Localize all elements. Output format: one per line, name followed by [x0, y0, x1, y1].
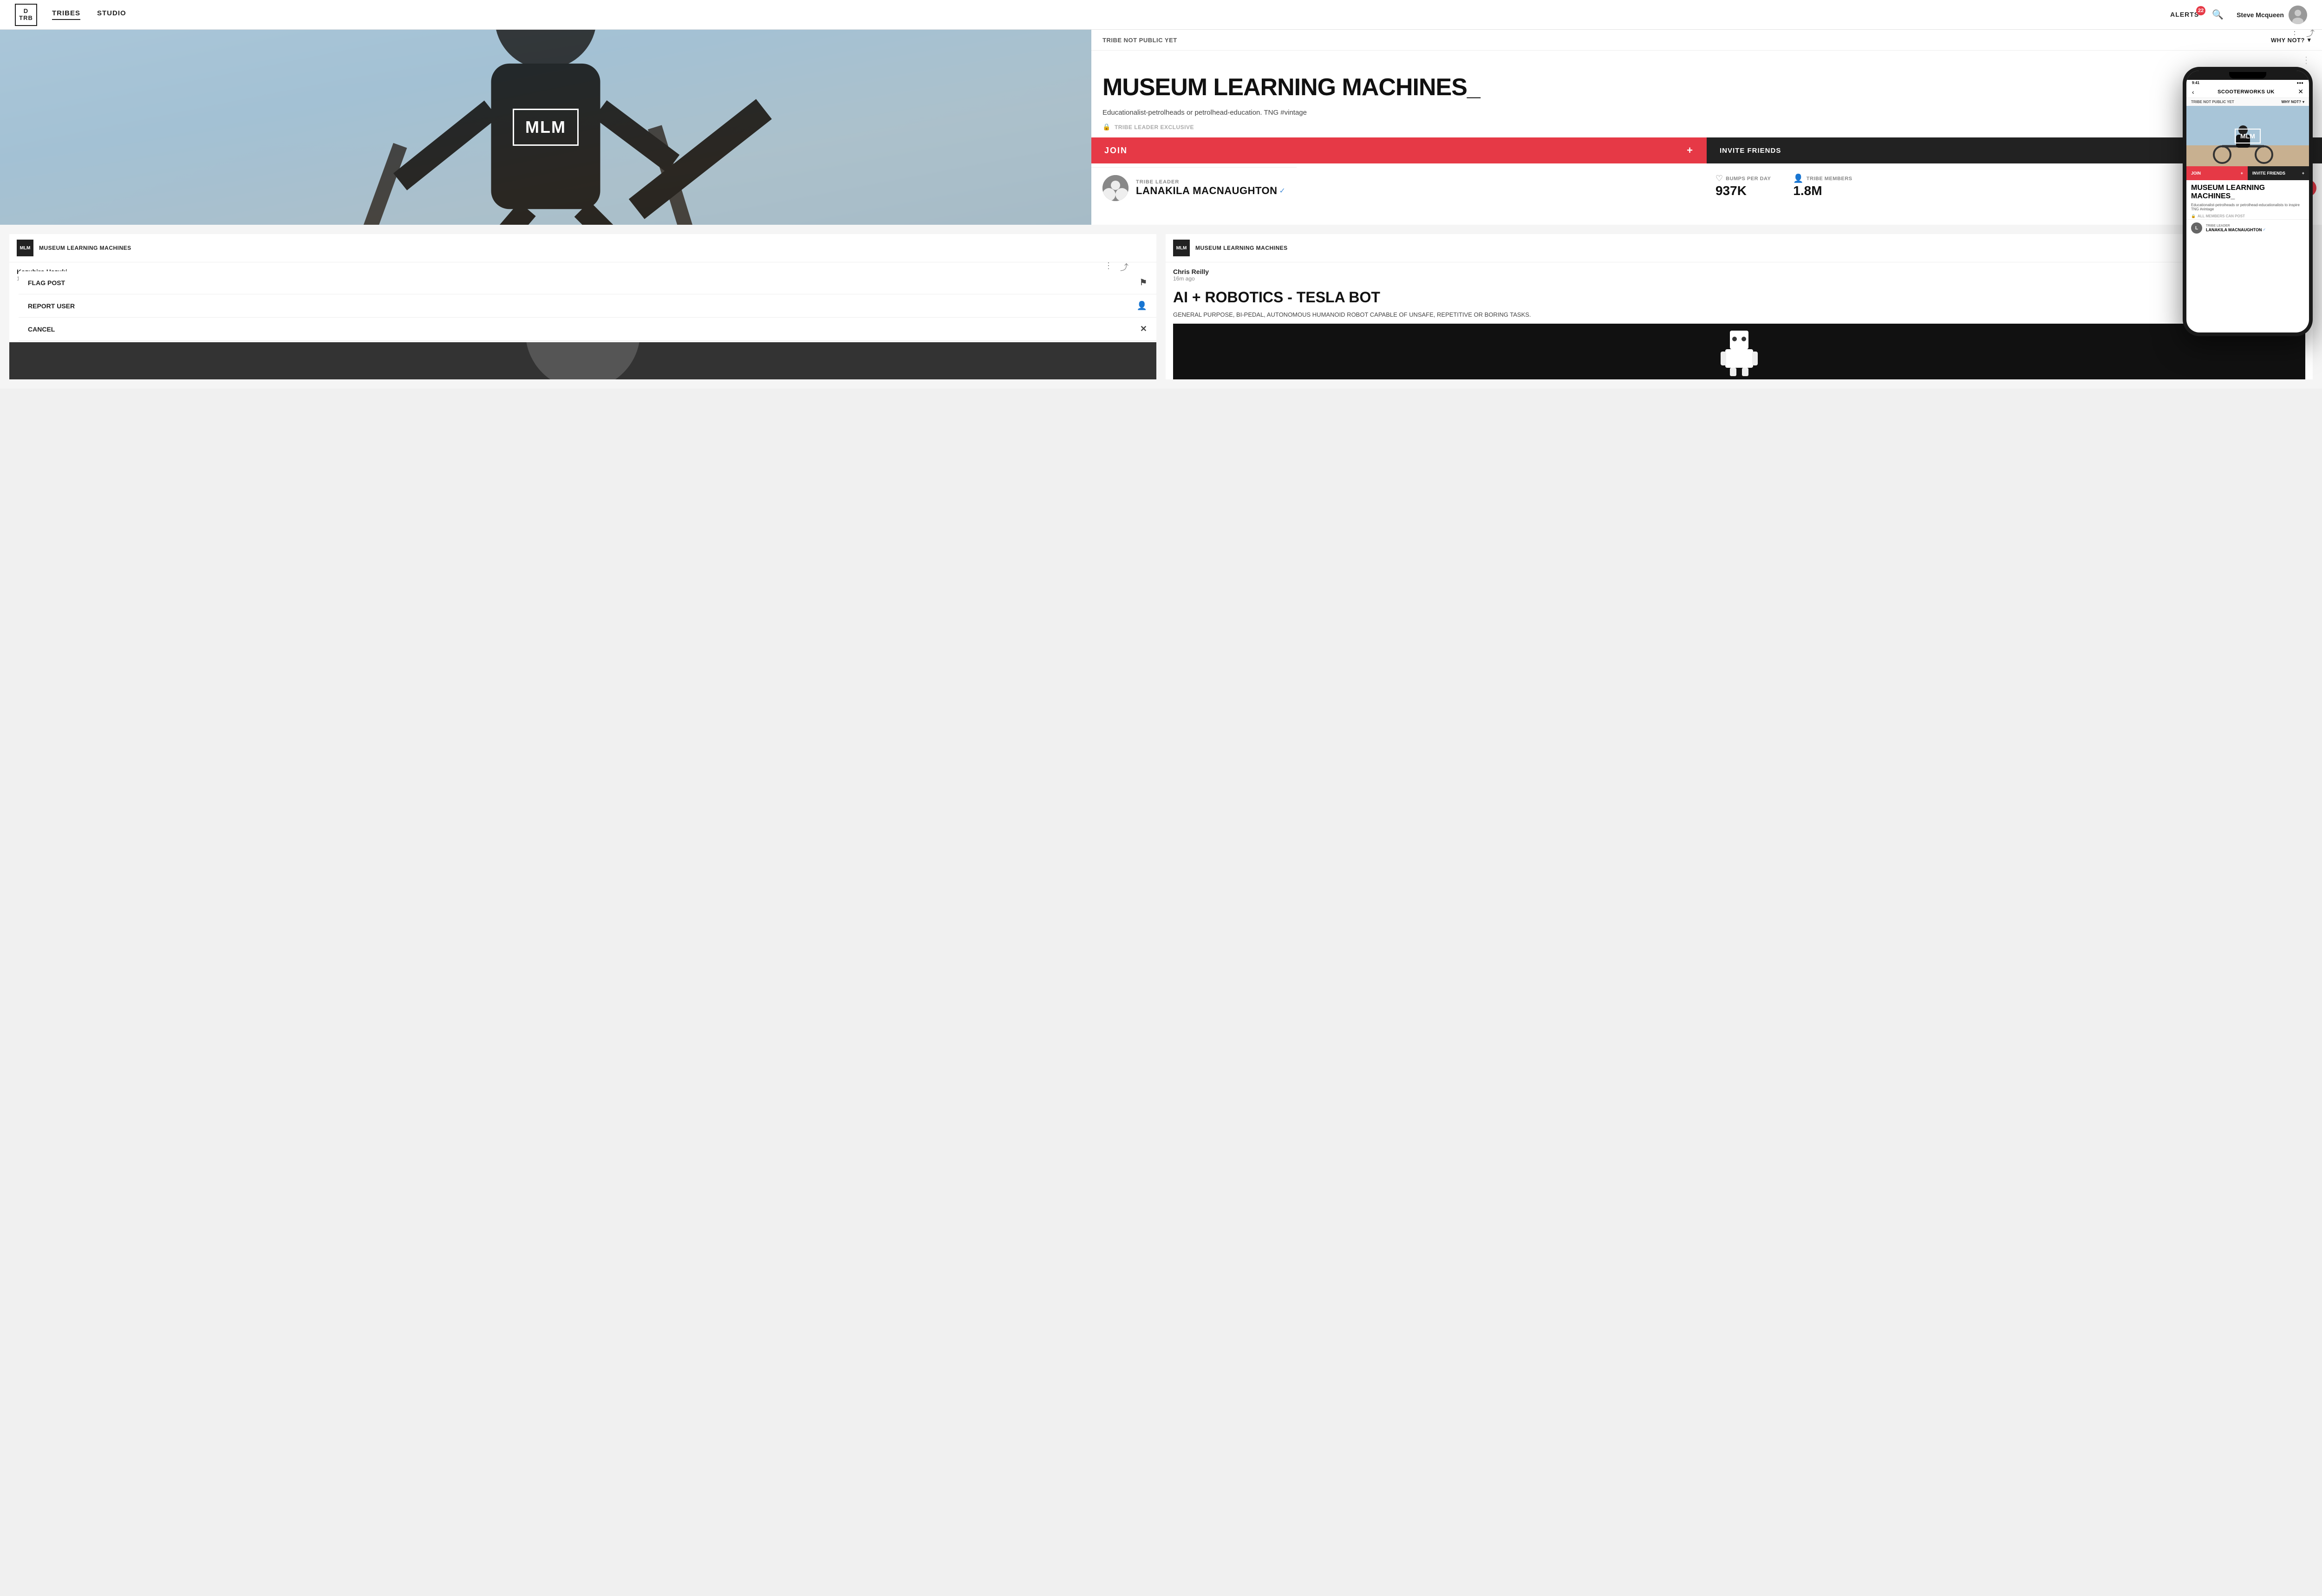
post-meta-right: Chris Reilly 16m ago	[1166, 262, 2313, 284]
people-icon: 👤	[1793, 174, 1803, 183]
nav-right: ALERTS 22 🔍 Steve Mcqueen	[2170, 6, 2307, 24]
tribe-title-section: MUSEUM LEARNING MACHINES_	[1091, 70, 2322, 105]
phone-why-not-button[interactable]: WHY NOT? ▾	[2281, 100, 2304, 104]
tribe-title: MUSEUM LEARNING MACHINES_	[1102, 75, 2311, 99]
bumps-stat: ♡ BUMPS PER DAY 937K	[1715, 174, 1771, 198]
navbar: D TRB TRIBES STUDIO ALERTS 22 🔍 Steve Mc…	[0, 0, 2322, 30]
phone-back-button[interactable]: ‹	[2192, 88, 2194, 96]
lock-icon: 🔒	[1102, 123, 1111, 131]
phone-leader-section: L TRIBE LEADER LANAKILA MACNAUGHTON ✓	[2186, 219, 2309, 236]
post-tribe-name-left: MUSEUM LEARNING MACHINES	[39, 245, 131, 251]
tribe-mlm-badge: MLM	[513, 109, 579, 146]
plus-icon: +	[1687, 144, 1694, 156]
search-icon[interactable]: 🔍	[2212, 9, 2224, 20]
phone-leader-avatar: L	[2191, 222, 2202, 234]
post-image-right	[1173, 324, 2305, 379]
post-image-bottom	[9, 342, 1156, 379]
post-author-right: Chris Reilly	[1173, 268, 2305, 275]
heart-icon: ♡	[1715, 174, 1723, 183]
avatar	[2289, 6, 2307, 24]
nav-tribes[interactable]: TRIBES	[52, 9, 80, 20]
flag-post-button[interactable]: FLAG POST ⚑	[19, 271, 1156, 294]
post-time-right: 16m ago	[1173, 275, 2305, 282]
phone-plus-icon: +	[2241, 171, 2243, 176]
phone-tribe-title: MUSEUM LEARNING MACHINES_	[2186, 180, 2309, 202]
phone-leader-info: TRIBE LEADER LANAKILA MACNAUGHTON ✓	[2206, 224, 2266, 232]
alerts-badge: 22	[2196, 6, 2205, 15]
more-options-icon[interactable]: ⋮	[1091, 51, 2322, 70]
post-body-right: GENERAL PURPOSE, BI-PEDAL, AUTONOMOUS HU…	[1166, 311, 2313, 324]
logo[interactable]: D TRB	[15, 4, 37, 26]
flag-icon: ⚑	[1140, 278, 1147, 287]
phone-nav: ‹ SCOOTERWORKS UK ✕	[2186, 86, 2309, 98]
phone-lock-icon: 🔒	[2191, 214, 2196, 218]
leader-avatar	[1102, 175, 1128, 201]
leader-name: LANAKILA MACNAUGHTON	[1136, 185, 1278, 197]
tribe-not-public-bar: TRIBE NOT PUBLIC YET WHY NOT? ▾	[1091, 30, 2322, 51]
tribe-info-panel: TRIBE NOT PUBLIC YET WHY NOT? ▾ ⋮ MUSEUM…	[1091, 30, 2322, 225]
not-public-label: TRIBE NOT PUBLIC YET	[1102, 37, 1177, 44]
post-header-right: MLM MUSEUM LEARNING MACHINES	[1166, 234, 2313, 262]
tribe-actions: JOIN + INVITE FRIENDS +	[1091, 137, 2322, 163]
tribe-stats: ♡ BUMPS PER DAY 937K 👤 TRIBE MEMBERS 1.8…	[1704, 170, 1864, 206]
tribe-description: Educationalist-petrolheads or petrolhead…	[1091, 105, 2322, 120]
phone-chevron-down-icon: ▾	[2302, 100, 2304, 104]
phone-verified-icon: ✓	[2263, 228, 2266, 232]
report-user-icon: 👤	[1137, 301, 1147, 311]
leader-info: TRIBE LEADER LANAKILA MACNAUGHTON ✓	[1136, 179, 1285, 197]
phone-invite-plus-icon: +	[2302, 171, 2304, 176]
members-stat: 👤 TRIBE MEMBERS 1.8M	[1793, 174, 1852, 198]
phone-invite-button[interactable]: INVITE FRIENDS +	[2248, 166, 2309, 180]
phone-members-note: 🔒 ALL MEMBERS CAN POST	[2186, 213, 2309, 219]
phone-tribe-desc: Educationalist-petrolheads or petrolhead…	[2186, 202, 2309, 213]
phone-hero: MLM	[2186, 106, 2309, 166]
phone-mlm-badge: MLM	[2235, 129, 2261, 143]
lower-section: MLM MUSEUM LEARNING MACHINES Kazuhiro Ha…	[0, 225, 2322, 389]
tribe-leader-section: TRIBE LEADER LANAKILA MACNAUGHTON ✓	[1091, 167, 1297, 208]
phone-screen: 9:41●●● ‹ SCOOTERWORKS UK ✕ TRIBE NOT PU…	[2186, 71, 2309, 332]
phone-not-public-bar: TRIBE NOT PUBLIC YET WHY NOT? ▾	[2186, 98, 2309, 106]
post-tribe-badge-left: MLM	[17, 240, 33, 256]
cancel-button[interactable]: CANCEL ✕	[19, 318, 1156, 341]
post-title-right: AI + ROBOTICS - TESLA BOT	[1166, 284, 2313, 311]
alerts-button[interactable]: ALERTS 22	[2170, 11, 2199, 19]
phone-close-icon[interactable]: ✕	[2298, 88, 2303, 96]
verified-icon: ✓	[1279, 186, 1285, 195]
phone-mockup: 9:41●●● ‹ SCOOTERWORKS UK ✕ TRIBE NOT PU…	[2183, 67, 2313, 336]
report-user-button[interactable]: REPORT USER 👤	[19, 294, 1156, 318]
post-tribe-name-right: MUSEUM LEARNING MACHINES	[1195, 245, 1288, 251]
phone-actions: JOIN + INVITE FRIENDS +	[2186, 166, 2309, 180]
hero-banner: MLM	[0, 30, 1091, 225]
nav-links: TRIBES STUDIO	[52, 9, 126, 20]
post-card-left: MLM MUSEUM LEARNING MACHINES Kazuhiro Ha…	[9, 234, 1156, 379]
join-button[interactable]: JOIN +	[1091, 137, 1707, 163]
post-card-right: MLM MUSEUM LEARNING MACHINES Chris Reill…	[1166, 234, 2313, 379]
close-icon: ✕	[1140, 324, 1147, 334]
post-tribe-badge-right: MLM	[1173, 240, 1190, 256]
hero-bg: MLM	[0, 30, 1091, 225]
phone-join-button[interactable]: JOIN +	[2186, 166, 2248, 180]
user-profile[interactable]: Steve Mcqueen	[2237, 6, 2307, 24]
tribe-exclusive-label: 🔒 TRIBE LEADER EXCLUSIVE	[1091, 120, 2322, 134]
context-menu: FLAG POST ⚑ REPORT USER 👤 CANCEL ✕	[19, 271, 1156, 341]
post-header-left: MLM MUSEUM LEARNING MACHINES	[9, 234, 1156, 262]
nav-studio[interactable]: STUDIO	[97, 9, 126, 20]
main-content: MLM TRIBE NOT PUBLIC YET WHY NOT? ▾ ⋮ MU…	[0, 30, 2322, 225]
phone-outer: 9:41●●● ‹ SCOOTERWORKS UK ✕ TRIBE NOT PU…	[2183, 67, 2313, 336]
